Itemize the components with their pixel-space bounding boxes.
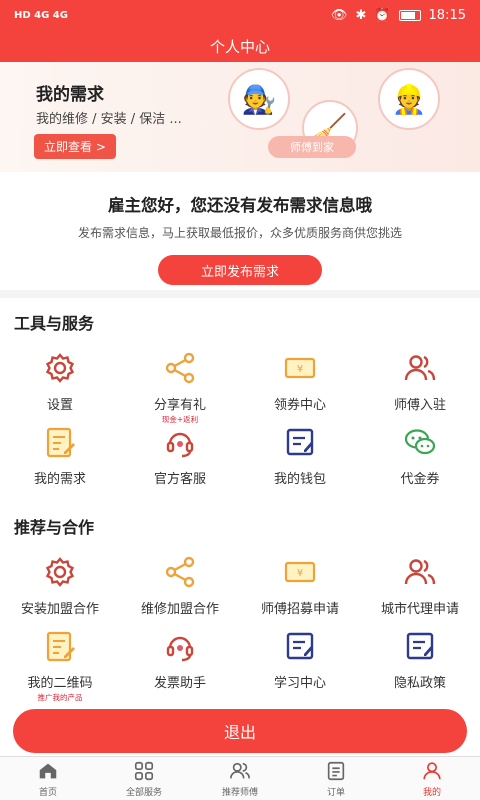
coop-item-label: 我的二维码 [27,676,93,691]
coop-item-label: 隐私政策 [393,676,446,691]
banner-subtitle: 我的维修 / 安装 / 保洁 ... [36,112,182,127]
coop-item-1[interactable]: 安装加盟合作 [0,554,120,628]
coupon-icon: ¥ [282,350,318,390]
gear-icon [42,350,78,390]
tab-label: 订单 [326,787,345,798]
clock: 18:15 [428,7,466,23]
wallet-icon [282,424,318,464]
tools-item-1[interactable]: 设置 [0,350,120,424]
tab-label: 推荐师傅 [221,787,258,798]
gear-icon [42,554,78,594]
eye-icon: 👁 [330,7,348,23]
tools-item-2[interactable]: 分享有礼 现金+返利 [120,350,240,424]
tools-item-8[interactable]: 代金券 [360,424,480,498]
coop-item-label: 师傅招募申请 [260,602,339,617]
tools-item-5[interactable]: 我的需求 [0,424,120,498]
coop-item-6[interactable]: 发票助手 [120,628,240,702]
tools-item-label: 代金券 [400,472,440,487]
users-icon [402,350,438,390]
grid-icon [133,760,155,785]
section-title: 推荐与合作 [14,518,95,537]
tools-item-4[interactable]: 师傅入驻 [360,350,480,424]
logout-wrap: 退出 [0,706,480,759]
svg-text:¥: ¥ [297,568,303,579]
wallet-icon [402,628,438,668]
tools-item-label: 官方客服 [153,472,206,487]
my-needs-banner[interactable]: 我的需求 我的维修 / 安装 / 保洁 ... 立即查看 > 🧑‍🔧 🧹 👷 师… [0,62,480,172]
home-icon [37,760,59,785]
tab-3[interactable]: 推荐师傅 [192,757,288,800]
coop-item-7[interactable]: 学习中心 [240,628,360,702]
order-icon [325,760,347,785]
tab-1[interactable]: 首页 [0,757,96,800]
tab-label: 首页 [38,787,57,798]
tools-item-3[interactable]: ¥ 领券中心 [240,350,360,424]
repairman-illustration-icon: 👷 [378,68,440,130]
coop-grid: 安装加盟合作 维修加盟合作 ¥ 师傅招募申请 城市代理申请 我的二维码 推广我的产品 发票助手… [0,554,480,702]
coop-item-label: 学习中心 [273,676,326,691]
coop-item-8[interactable]: 隐私政策 [360,628,480,702]
users-icon [229,760,251,785]
coop-item-label: 维修加盟合作 [140,602,219,617]
painter-illustration-icon: 🧑‍🔧 [228,68,290,130]
tools-item-label: 我的需求 [33,472,86,487]
tools-grid: 设置 分享有礼 现金+返利 ¥ 领券中心 师傅入驻我的需求 官方客服 我的钱包 代金券 [0,350,480,498]
coop-item-label: 安装加盟合作 [20,602,99,617]
coop-section: 推荐与合作 安装加盟合作 维修加盟合作 ¥ 师傅招募申请 城市代理申请我的二维码推广我的… [0,502,480,706]
coop-item-tag: 推广我的产品 [37,693,83,702]
tab-5[interactable]: 我的 [384,757,480,800]
banner-title: 我的需求 [36,85,104,105]
publish-need-button[interactable]: 立即发布需求 [158,255,322,285]
coop-item-4[interactable]: 城市代理申请 [360,554,480,628]
headset-icon [162,424,198,464]
notice-subtitle: 发布需求信息，马上获取最低报价，众多优质服务商供您挑选 [77,226,402,240]
coop-item-label: 城市代理申请 [380,602,459,617]
section-title: 工具与服务 [14,314,95,333]
tools-item-7[interactable]: 我的钱包 [240,424,360,498]
tools-section: 工具与服务 设置 分享有礼 现金+返利 ¥ 领券中心 师傅入驻我的需求 官方客服 我的钱包 代金… [0,298,480,502]
tools-item-label: 领券中心 [273,398,326,413]
empty-notice: 雇主您好，您还没有发布需求信息哦 发布需求信息，马上获取最低报价，众多优质服务商… [0,172,480,290]
logout-button[interactable]: 退出 [13,709,467,753]
bottom-tabbar: 首页 全部服务 推荐师傅 订单 我的 [0,756,480,800]
bluetooth-icon: ✱ [355,7,367,23]
tools-item-label: 我的钱包 [273,472,326,487]
tab-4[interactable]: 订单 [288,757,384,800]
svg-text:¥: ¥ [297,364,303,375]
person-icon [421,760,443,785]
tab-2[interactable]: 全部服务 [96,757,192,800]
coop-item-label: 发票助手 [153,676,206,691]
tools-item-6[interactable]: 官方客服 [120,424,240,498]
tab-label: 全部服务 [125,787,162,798]
wechat-icon [402,424,438,464]
share-icon [162,350,198,390]
edit-doc-icon [42,628,78,668]
notice-title: 雇主您好，您还没有发布需求信息哦 [108,196,372,215]
tab-label: 我的 [422,787,441,798]
battery-icon [398,9,421,21]
users-icon [402,554,438,594]
signal-indicators: HD 4G 4G [14,9,68,21]
ribbon-label: 师傅到家 [268,136,356,158]
share-icon [162,554,198,594]
tools-item-label: 师傅入驻 [393,398,446,413]
coop-item-3[interactable]: ¥ 师傅招募申请 [240,554,360,628]
coupon-icon: ¥ [282,554,318,594]
headset-icon [162,628,198,668]
view-now-button[interactable]: 立即查看 > [34,134,116,159]
alarm-icon: ⏰ [374,7,391,23]
edit-doc-icon [42,424,78,464]
wallet-icon [282,628,318,668]
coop-item-2[interactable]: 维修加盟合作 [120,554,240,628]
tools-item-label: 设置 [46,398,73,413]
page-title: 个人中心 [0,30,480,62]
coop-item-5[interactable]: 我的二维码推广我的产品 [0,628,120,702]
tools-item-label: 分享有礼 [153,398,206,413]
status-bar: HD 4G 4G 👁 ✱ ⏰ 18:15 [0,0,480,30]
